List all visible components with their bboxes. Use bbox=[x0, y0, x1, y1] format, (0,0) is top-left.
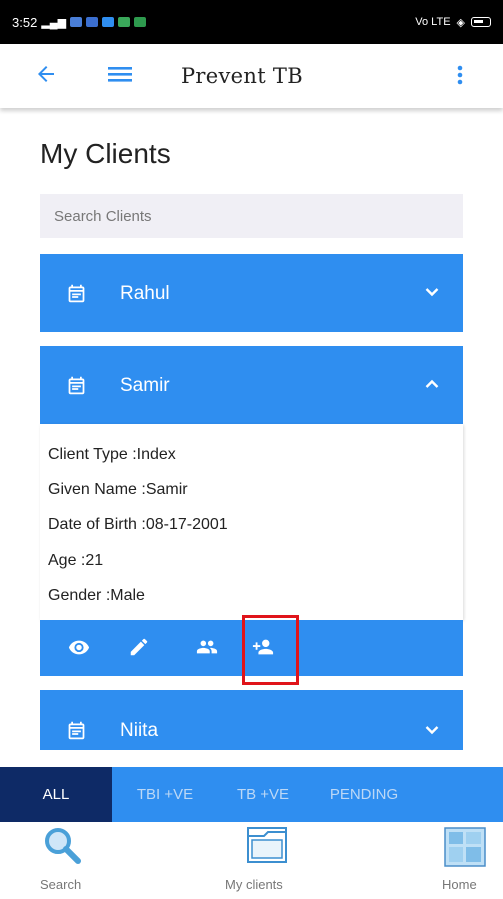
signal-icon: ▂▄▆ bbox=[41, 16, 67, 29]
gender-text: Gender :Male bbox=[48, 587, 145, 604]
page-title: My Clients bbox=[40, 138, 171, 169]
nav-search[interactable]: Search bbox=[18, 822, 114, 899]
notification-icon bbox=[134, 17, 147, 27]
nav-search-label: Search bbox=[40, 877, 82, 892]
highlight-box bbox=[242, 615, 299, 685]
client-type-text: Client Type :Index bbox=[48, 446, 176, 463]
tab-tbi-positive[interactable]: TBI +VE bbox=[112, 767, 218, 822]
client-card-header-rahul[interactable]: Rahul bbox=[40, 254, 463, 332]
more-options-icon[interactable] bbox=[450, 62, 470, 88]
search-input[interactable] bbox=[40, 194, 463, 238]
status-time: 3:52 bbox=[12, 14, 38, 30]
volte-label: Vo LTE bbox=[415, 16, 451, 28]
tab-pending[interactable]: PENDING bbox=[308, 767, 420, 822]
app-title: Prevent TB bbox=[181, 64, 303, 88]
notification-icon bbox=[86, 17, 99, 27]
group-icon[interactable] bbox=[192, 636, 222, 658]
notification-icon bbox=[102, 17, 115, 27]
calendar-icon bbox=[68, 284, 85, 303]
notification-icon bbox=[70, 17, 83, 27]
menu-icon[interactable] bbox=[106, 62, 134, 86]
chevron-up-icon[interactable] bbox=[425, 379, 439, 389]
battery-icon bbox=[471, 17, 491, 27]
view-icon[interactable] bbox=[66, 636, 92, 658]
calendar-icon bbox=[68, 721, 85, 740]
home-grid-icon bbox=[444, 827, 486, 867]
magnifier-icon bbox=[45, 828, 81, 864]
chevron-down-icon[interactable] bbox=[425, 287, 439, 297]
age-text: Age :21 bbox=[48, 552, 104, 569]
given-name-text: Given Name :Samir bbox=[48, 481, 188, 498]
client-card-header-niita[interactable]: Niita bbox=[40, 690, 463, 750]
notification-icon bbox=[118, 17, 131, 27]
folder-icon bbox=[247, 827, 287, 863]
back-arrow-icon[interactable] bbox=[34, 62, 58, 86]
bottom-navigation: Search My clients Home bbox=[0, 822, 503, 899]
nav-my-clients[interactable]: My clients bbox=[210, 822, 320, 899]
status-bar: 3:52 ▂▄▆ Vo LTE ◈ bbox=[0, 0, 503, 44]
client-card-header-samir[interactable]: Samir bbox=[40, 346, 463, 424]
app-bar: Prevent TB bbox=[0, 44, 503, 108]
wifi-icon: ◈ bbox=[456, 16, 465, 29]
date-of-birth-text: Date of Birth :08-17-2001 bbox=[48, 516, 228, 533]
client-name: Niita bbox=[120, 720, 159, 741]
nav-my-clients-label: My clients bbox=[225, 877, 283, 892]
nav-home-label: Home bbox=[442, 877, 477, 892]
calendar-icon bbox=[68, 376, 85, 395]
chevron-down-icon[interactable] bbox=[425, 725, 439, 735]
tab-tb-positive[interactable]: TB +VE bbox=[218, 767, 308, 822]
tab-all[interactable]: ALL bbox=[0, 767, 112, 822]
client-name: Samir bbox=[120, 375, 170, 396]
filter-tabs: ALL TBI +VE TB +VE PENDING bbox=[0, 767, 503, 822]
client-details: Client Type :Index Given Name :Samir Dat… bbox=[40, 424, 463, 620]
nav-home[interactable]: Home bbox=[430, 822, 492, 899]
client-name: Rahul bbox=[120, 283, 170, 304]
edit-icon[interactable] bbox=[126, 636, 152, 658]
